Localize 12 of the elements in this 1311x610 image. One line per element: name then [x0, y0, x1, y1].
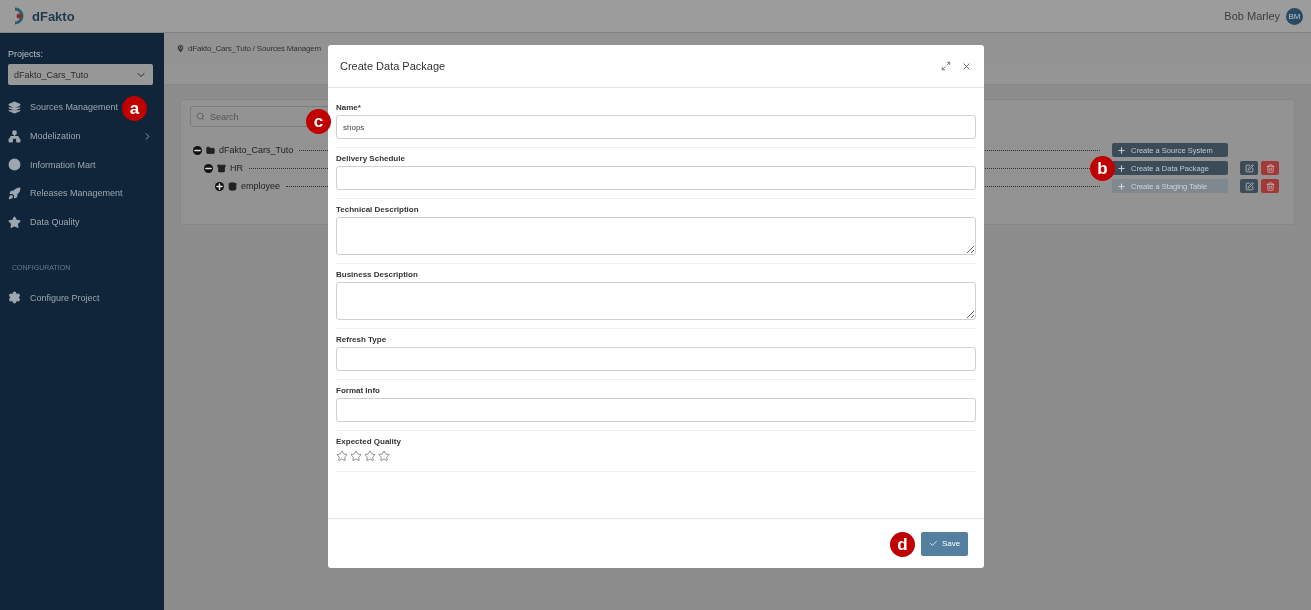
- projects-label: Projects:: [8, 49, 44, 59]
- field-label: Expected Quality: [336, 437, 402, 446]
- field-label: Name*: [336, 103, 362, 112]
- user-name: Bob Marley: [1224, 10, 1280, 22]
- field-label: Format Info: [336, 386, 381, 395]
- field-label: Refresh Type: [336, 335, 388, 344]
- breadcrumb-text: dFakto_Cars_Tuto / Sources Managem: [188, 43, 321, 53]
- field-label: Delivery Schedule: [336, 154, 406, 163]
- dialog-title: Create Data Package: [340, 60, 447, 72]
- logo-text: dFakto: [32, 8, 75, 24]
- field-label: Business Description: [336, 270, 419, 279]
- field-label: Technical Description: [336, 205, 420, 214]
